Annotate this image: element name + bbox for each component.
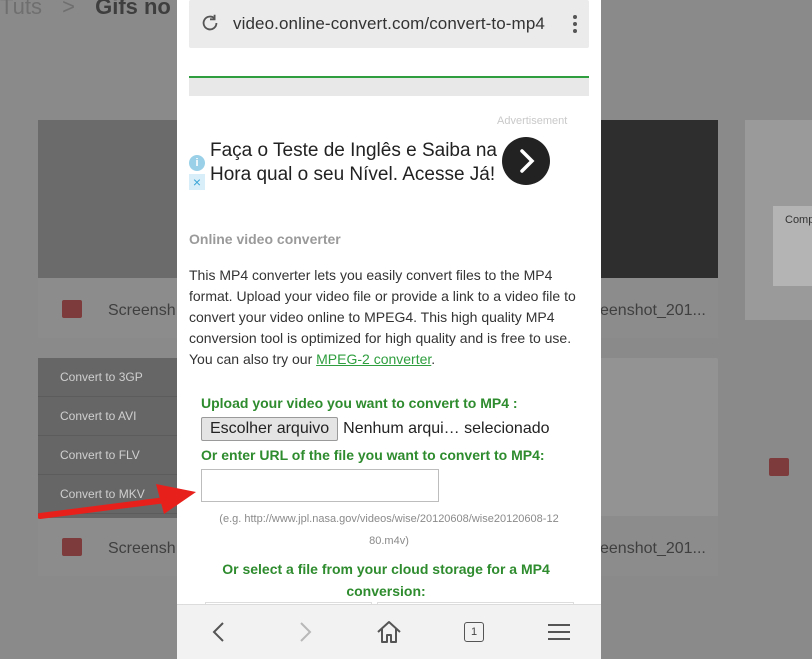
card-caption: eenshot_201...	[600, 302, 706, 319]
background-card: eenshot_201...	[598, 120, 718, 338]
card-caption: Screensh	[108, 540, 176, 557]
tab-count: 1	[464, 622, 484, 642]
choose-file-button[interactable]: Escolher arquivo	[201, 417, 339, 441]
reload-icon[interactable]	[199, 12, 221, 34]
menu-item: Convert to 3GP	[38, 358, 178, 397]
mpeg2-converter-link[interactable]: MPEG-2 converter	[316, 351, 431, 367]
mobile-browser: video.online-convert.com/convert-to-mp4 …	[177, 0, 601, 659]
background-card	[745, 358, 812, 576]
header-bar	[189, 78, 589, 96]
background-card: eenshot_201...	[598, 358, 718, 576]
chevron-right-icon	[520, 149, 535, 173]
breadcrumb-prev: Tuts	[0, 0, 42, 19]
card-caption: eenshot_201...	[600, 540, 706, 557]
overflow-menu-icon[interactable]	[569, 12, 581, 36]
card-label: Comp	[785, 214, 812, 226]
red-arrow-icon	[38, 484, 196, 519]
menu-icon[interactable]	[544, 617, 574, 647]
image-icon	[62, 300, 82, 318]
card-caption: Screensh	[108, 302, 176, 319]
url-text[interactable]: video.online-convert.com/convert-to-mp4	[233, 14, 545, 34]
cloud-storage-heading: Or select a file from your cloud storage…	[222, 561, 550, 599]
url-example: (e.g. http://www.jpl.nasa.gov/videos/wis…	[219, 513, 559, 547]
back-icon[interactable]	[205, 617, 235, 647]
background-breadcrumb: Tuts > Gifs no I	[0, 0, 183, 20]
converter-description: This MP4 converter lets you easily conve…	[189, 267, 576, 367]
tabs-button[interactable]: 1	[459, 617, 489, 647]
menu-item: Convert to FLV	[38, 436, 178, 475]
ad-next-button[interactable]	[502, 137, 550, 185]
home-icon[interactable]	[374, 617, 404, 647]
file-url-input[interactable]	[201, 469, 439, 502]
section-title: Online video converter	[189, 231, 341, 247]
image-icon	[769, 458, 789, 476]
url-heading: Or enter URL of the file you want to con…	[201, 447, 545, 463]
address-bar[interactable]: video.online-convert.com/convert-to-mp4	[189, 0, 589, 48]
forward-icon[interactable]	[289, 617, 319, 647]
background-card: Comp	[745, 120, 812, 320]
file-upload-row: Escolher arquivo Nenhum arqui… selecionad…	[201, 417, 550, 441]
ad-label: Advertisement	[497, 115, 568, 127]
ad-text[interactable]: Faça o Teste de Inglês e Saiba na Hora q…	[210, 139, 505, 187]
close-icon[interactable]: ×	[189, 174, 205, 190]
upload-heading: Upload your video you want to convert to…	[201, 395, 518, 411]
info-icon[interactable]: i	[189, 155, 205, 171]
image-icon	[62, 538, 82, 556]
breadcrumb-current: Gifs no I	[95, 0, 184, 19]
file-status: Nenhum arqui… selecionado	[343, 420, 550, 437]
background-card: Screensh	[38, 120, 178, 338]
menu-item: Convert to AVI	[38, 397, 178, 436]
breadcrumb-separator: >	[62, 0, 75, 19]
browser-bottom-bar: 1	[177, 604, 601, 659]
